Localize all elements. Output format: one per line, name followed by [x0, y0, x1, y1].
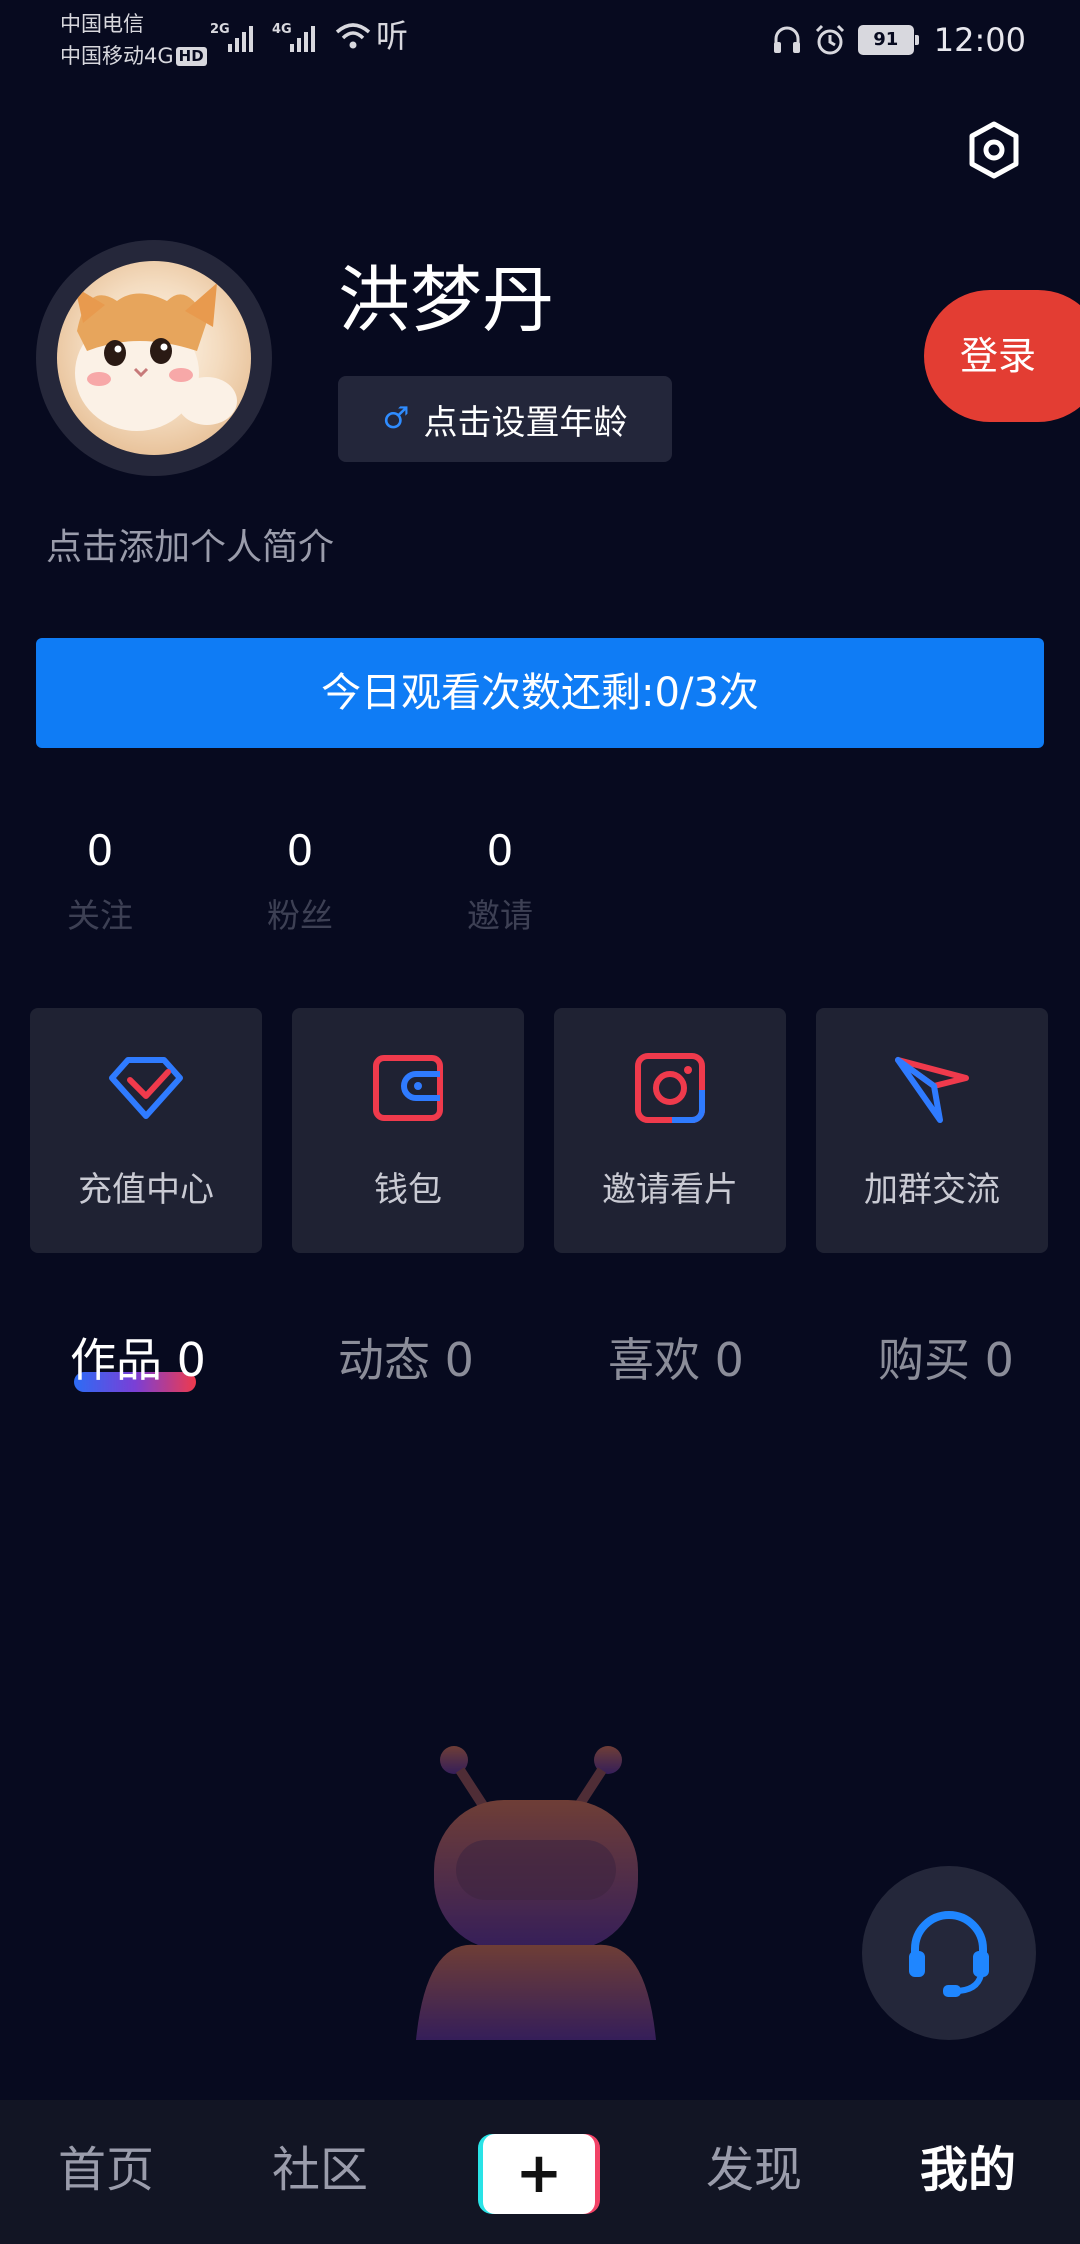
nav-home[interactable]: 首页: [58, 2138, 154, 2202]
male-gender-icon: ♂: [382, 401, 410, 436]
stat-following-label: 关注: [67, 896, 133, 935]
robot-placeholder-icon: [416, 1746, 656, 2040]
signal-2-icon: 4G: [272, 18, 322, 58]
status-bar: 中国电信 中国移动4G HD 2G 4G 听 91 12:00: [0, 0, 1080, 86]
listen-icon: 听: [376, 17, 409, 55]
hd-badge: HD: [175, 47, 207, 66]
tab-likes[interactable]: 喜欢 0: [608, 1322, 744, 1398]
stat-invites-value: 0: [486, 826, 514, 875]
avatar-image: [57, 261, 251, 455]
stat-invites-label: 邀请: [467, 896, 533, 935]
profile-page: 中国电信 中国移动4G HD 2G 4G 听 91 12:00 洪梦丹 ♂ 点击…: [0, 0, 1080, 2244]
username: 洪梦丹: [338, 258, 555, 342]
headphones-icon: [773, 26, 800, 53]
wallet-icon: [373, 1055, 443, 1121]
carrier-2: 中国移动4G HD: [60, 40, 207, 72]
clock: 12:00: [933, 21, 1026, 59]
create-post-button[interactable]: +: [478, 2134, 600, 2214]
wifi-icon: [335, 23, 371, 49]
status-right: 91 12:00: [772, 18, 1026, 62]
stat-invites[interactable]: 0 邀请: [430, 818, 570, 944]
tab-purchases[interactable]: 购买 0: [878, 1322, 1014, 1398]
nav-mine[interactable]: 我的: [920, 2138, 1016, 2202]
tab-dynamics[interactable]: 动态 0: [338, 1322, 474, 1398]
stat-fans[interactable]: 0 粉丝: [230, 818, 370, 944]
camera-icon: [635, 1053, 705, 1123]
nav-discover[interactable]: 发现: [706, 2138, 802, 2202]
carrier-info: 中国电信 中国移动4G HD: [60, 8, 207, 72]
card-wallet[interactable]: 钱包: [292, 1008, 524, 1253]
nav-community[interactable]: 社区: [272, 2138, 368, 2202]
card-join-group[interactable]: 加群交流: [816, 1008, 1048, 1253]
card-wallet-label: 钱包: [374, 1170, 442, 1210]
battery-indicator: 91: [857, 25, 919, 55]
headset-icon: [909, 1911, 989, 1997]
bottom-navigation: 首页 社区 + 发现 我的: [0, 2100, 1080, 2244]
paper-plane-icon: [895, 1057, 969, 1123]
settings-icon[interactable]: [966, 120, 1022, 180]
avatar[interactable]: [36, 240, 272, 476]
plus-icon: +: [483, 2134, 595, 2214]
set-age-label: 点击设置年龄: [423, 402, 628, 443]
stat-fans-value: 0: [286, 826, 314, 875]
card-recharge-center[interactable]: 充值中心: [30, 1008, 262, 1253]
alarm-icon: [815, 24, 844, 55]
set-age-button[interactable]: ♂ 点击设置年龄: [338, 376, 672, 462]
login-button[interactable]: 登录: [924, 290, 1080, 422]
diamond-icon: [109, 1057, 183, 1119]
bio-placeholder[interactable]: 点击添加个人简介: [46, 520, 334, 576]
card-recharge-label: 充值中心: [78, 1170, 214, 1210]
stat-following[interactable]: 0 关注: [30, 818, 170, 944]
signal-1-icon: 2G: [210, 18, 260, 58]
carrier-1: 中国电信: [60, 12, 144, 36]
stat-following-value: 0: [86, 826, 114, 875]
customer-service-button[interactable]: [862, 1866, 1036, 2040]
card-invite-watch[interactable]: 邀请看片: [554, 1008, 786, 1253]
stat-fans-label: 粉丝: [267, 896, 333, 935]
tab-works[interactable]: 作品 0: [70, 1322, 206, 1398]
watch-count-banner[interactable]: 今日观看次数还剩:0/3次: [36, 638, 1044, 748]
card-join-group-label: 加群交流: [864, 1170, 1000, 1210]
card-invite-label: 邀请看片: [602, 1170, 738, 1210]
